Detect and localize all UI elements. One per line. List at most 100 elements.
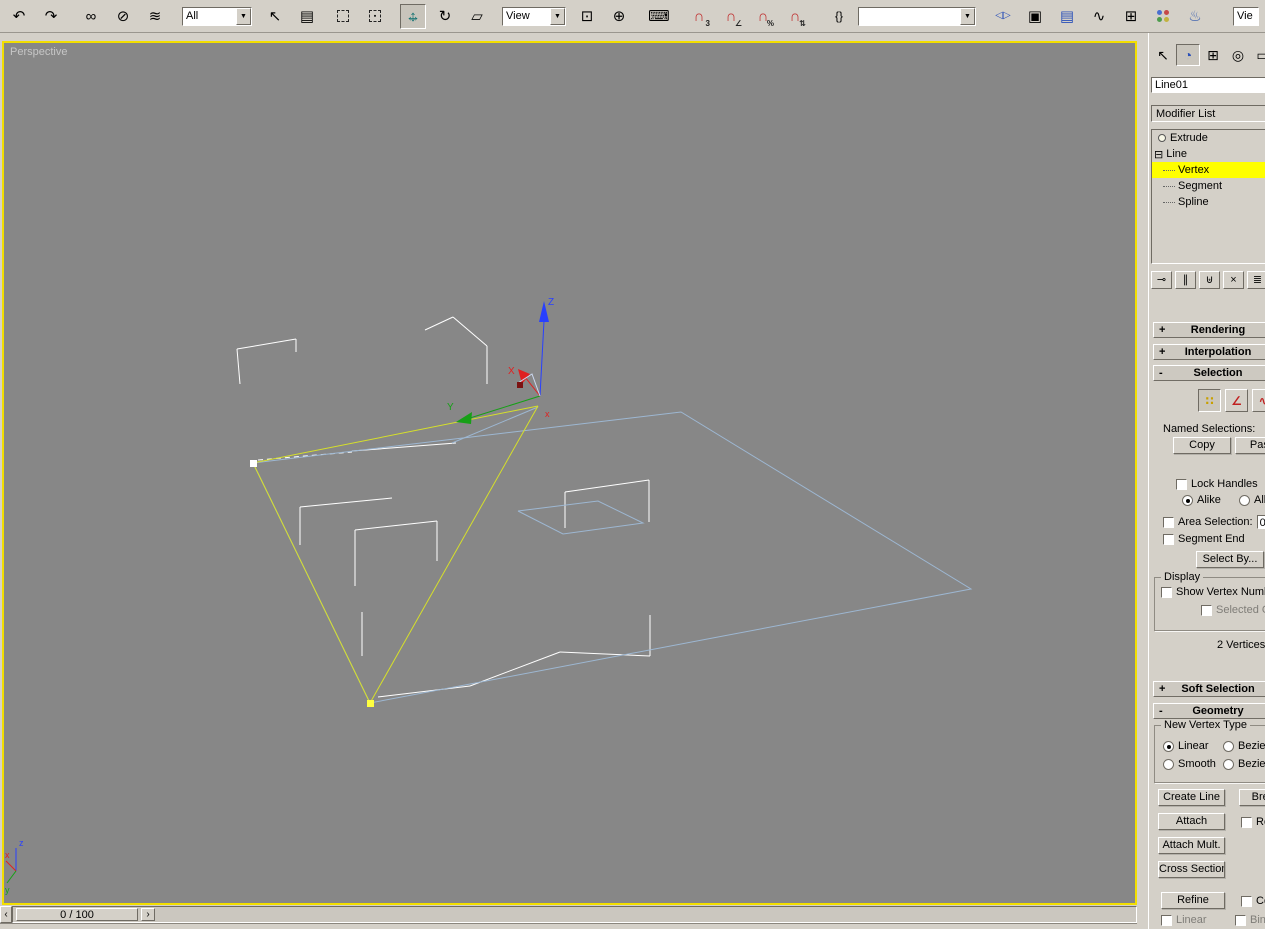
align-icon[interactable]: ▣ bbox=[1022, 4, 1048, 29]
spline-subobject-button[interactable]: ∿ bbox=[1252, 389, 1265, 412]
track-bar[interactable] bbox=[0, 923, 1137, 929]
configure-modifier-sets-button[interactable]: ≣ bbox=[1247, 271, 1265, 289]
edit-named-selection-sets-icon[interactable]: {} bbox=[826, 4, 852, 29]
bezier-corner-radio[interactable]: Bezier Corner bbox=[1223, 758, 1265, 770]
chevron-down-icon[interactable]: ▼ bbox=[236, 7, 251, 25]
linear-checkbox[interactable]: Linear bbox=[1161, 914, 1207, 926]
time-prev-button[interactable]: ‹ bbox=[0, 906, 12, 923]
all-radio[interactable]: All bbox=[1239, 494, 1265, 506]
area-selection-checkbox[interactable]: Area Selection: 0.1 bbox=[1163, 515, 1265, 529]
vertex-subobject-button[interactable]: ∷ bbox=[1198, 389, 1221, 412]
smooth-radio[interactable]: Smooth bbox=[1163, 758, 1216, 770]
window-crossing-toggle-icon[interactable]: ▪ bbox=[362, 4, 388, 29]
alike-radio[interactable]: Alike bbox=[1182, 494, 1221, 506]
pin-stack-button[interactable]: ⊸ bbox=[1151, 271, 1172, 289]
modifier-list-dropdown[interactable]: Modifier List bbox=[1151, 105, 1265, 122]
attach-mult-button[interactable]: Attach Mult. bbox=[1158, 837, 1225, 854]
paste-named-selection-button[interactable]: Paste bbox=[1235, 437, 1265, 454]
rectangular-selection-region-icon[interactable] bbox=[330, 4, 356, 29]
make-unique-button[interactable]: ⊎ bbox=[1199, 271, 1220, 289]
select-by-button[interactable]: Select By... bbox=[1196, 551, 1264, 568]
bind-to-space-warp-icon[interactable]: ≋ bbox=[142, 4, 168, 29]
stack-item-vertex[interactable]: Vertex bbox=[1152, 162, 1265, 178]
render-type-dropdown[interactable]: Vie bbox=[1233, 6, 1259, 26]
named-selection-sets-dropdown[interactable]: ▼ bbox=[858, 6, 976, 26]
select-and-link-icon[interactable]: ∞ bbox=[78, 4, 104, 29]
remove-modifier-button[interactable]: × bbox=[1223, 271, 1244, 289]
linear-radio[interactable]: Linear bbox=[1163, 740, 1209, 752]
rollout-soft-selection[interactable]: + Soft Selection bbox=[1153, 681, 1265, 697]
angle-snap-toggle-icon[interactable]: ∩ ∠ bbox=[718, 4, 744, 29]
select-and-move-icon[interactable]: ↔ ↕ bbox=[400, 3, 426, 29]
show-vertex-numbers-checkbox[interactable]: Show Vertex Numbers bbox=[1161, 586, 1265, 598]
unlink-selection-icon[interactable]: ⊘ bbox=[110, 4, 136, 29]
time-slider-track[interactable]: 0 / 100 › bbox=[12, 906, 1137, 923]
layer-manager-icon[interactable]: ▤ bbox=[1054, 4, 1080, 29]
select-and-scale-icon[interactable]: ▱ bbox=[464, 4, 490, 29]
schematic-view-icon[interactable]: ⊞ bbox=[1118, 4, 1144, 29]
percent-snap-toggle-icon[interactable]: ∩% bbox=[750, 4, 776, 29]
stack-item-spline[interactable]: Spline bbox=[1152, 194, 1265, 210]
lock-handles-checkbox[interactable]: Lock Handles bbox=[1176, 478, 1258, 490]
stack-item-line[interactable]: ⊟ Line bbox=[1152, 146, 1265, 162]
perspective-viewport[interactable]: Z Y X x z x y Perspective bbox=[2, 41, 1137, 905]
area-threshold-field[interactable]: 0.1 bbox=[1256, 515, 1265, 529]
create-line-button[interactable]: Create Line bbox=[1158, 789, 1225, 806]
tab-motion[interactable]: ◎ bbox=[1226, 44, 1250, 66]
rollout-geometry[interactable]: - Geometry bbox=[1153, 703, 1265, 719]
cross-section-button[interactable]: Cross Section bbox=[1158, 861, 1225, 878]
collapse-icon[interactable]: ⊟ bbox=[1154, 148, 1163, 161]
segment-subobject-button[interactable]: ∠ bbox=[1225, 389, 1248, 412]
connect-checkbox[interactable]: Connect bbox=[1241, 895, 1265, 907]
spinner-snap-toggle-icon[interactable]: ∩ ⇅ bbox=[782, 4, 808, 29]
rollout-title: Geometry bbox=[1192, 705, 1244, 717]
rollout-selection[interactable]: - Selection bbox=[1153, 365, 1265, 381]
select-by-name-icon[interactable]: ▤ bbox=[294, 4, 320, 29]
tab-modify[interactable]: ◔ bbox=[1176, 44, 1200, 66]
snap-toggle-3d-icon[interactable]: ∩ 3 bbox=[686, 4, 712, 29]
reorient-checkbox[interactable]: Reorient bbox=[1241, 816, 1265, 828]
vertex-marker[interactable] bbox=[250, 460, 257, 467]
stack-item-segment[interactable]: Segment bbox=[1152, 178, 1265, 194]
selection-filter-dropdown[interactable]: All ▼ bbox=[182, 6, 252, 26]
rollout-rendering[interactable]: + Rendering bbox=[1153, 322, 1265, 338]
tab-hierarchy[interactable]: ⊞ bbox=[1201, 44, 1225, 66]
chevron-down-icon[interactable]: ▼ bbox=[550, 7, 565, 25]
curve-editor-icon[interactable]: ∿ bbox=[1086, 4, 1112, 29]
rollout-interpolation[interactable]: + Interpolation bbox=[1153, 344, 1265, 360]
redo-icon[interactable]: ↷ bbox=[38, 4, 64, 29]
time-next-button[interactable]: › bbox=[141, 908, 155, 921]
undo-icon[interactable]: ↶ bbox=[6, 4, 32, 29]
viewport-label[interactable]: Perspective bbox=[10, 46, 67, 58]
bind-first-checkbox[interactable]: Bind first bbox=[1235, 914, 1265, 926]
bezier-radio[interactable]: Bezier bbox=[1223, 740, 1265, 752]
render-scene-icon[interactable]: ♨ bbox=[1182, 4, 1208, 29]
light-bulb-icon[interactable] bbox=[1158, 134, 1166, 142]
refine-button[interactable]: Refine bbox=[1161, 892, 1225, 909]
stack-item-extrude[interactable]: Extrude bbox=[1152, 130, 1265, 146]
material-editor-icon[interactable] bbox=[1150, 4, 1176, 29]
display-group: Display Show Vertex Numbers Selected Onl… bbox=[1154, 571, 1265, 631]
select-object-icon[interactable]: ↖ bbox=[262, 4, 288, 29]
selected-only-checkbox[interactable]: Selected Only bbox=[1201, 604, 1265, 616]
move-gizmo[interactable]: Z Y X x bbox=[447, 297, 554, 424]
segment-end-checkbox[interactable]: Segment End bbox=[1163, 533, 1245, 545]
object-name-field[interactable]: Line01 bbox=[1151, 77, 1265, 93]
copy-named-selection-button[interactable]: Copy bbox=[1173, 437, 1231, 454]
use-pivot-point-center-icon[interactable]: ⊡ bbox=[574, 4, 600, 29]
show-end-result-button[interactable]: ∥ bbox=[1175, 271, 1196, 289]
select-and-manipulate-icon[interactable]: ⊕ bbox=[606, 4, 632, 29]
chevron-down-icon[interactable]: ▼ bbox=[960, 7, 975, 25]
mirror-icon[interactable]: ◁▷ bbox=[990, 4, 1016, 29]
time-slider-thumb[interactable]: 0 / 100 bbox=[16, 908, 138, 921]
tab-display[interactable]: ▭ bbox=[1251, 44, 1265, 66]
modifier-stack-list[interactable]: Extrude ⊟ Line Vertex Segment Spline bbox=[1151, 129, 1265, 264]
select-and-rotate-icon[interactable]: ↻ bbox=[432, 4, 458, 29]
keyboard-override-toggle-icon[interactable]: ⌨ bbox=[646, 4, 672, 29]
tab-create[interactable]: ↖ bbox=[1151, 44, 1175, 66]
attach-button[interactable]: Attach bbox=[1158, 813, 1225, 830]
reference-coordinate-system-dropdown[interactable]: View ▼ bbox=[502, 6, 566, 26]
vertex-marker[interactable] bbox=[367, 700, 374, 707]
all-label: All bbox=[1254, 494, 1265, 506]
break-button[interactable]: Break bbox=[1239, 789, 1265, 806]
